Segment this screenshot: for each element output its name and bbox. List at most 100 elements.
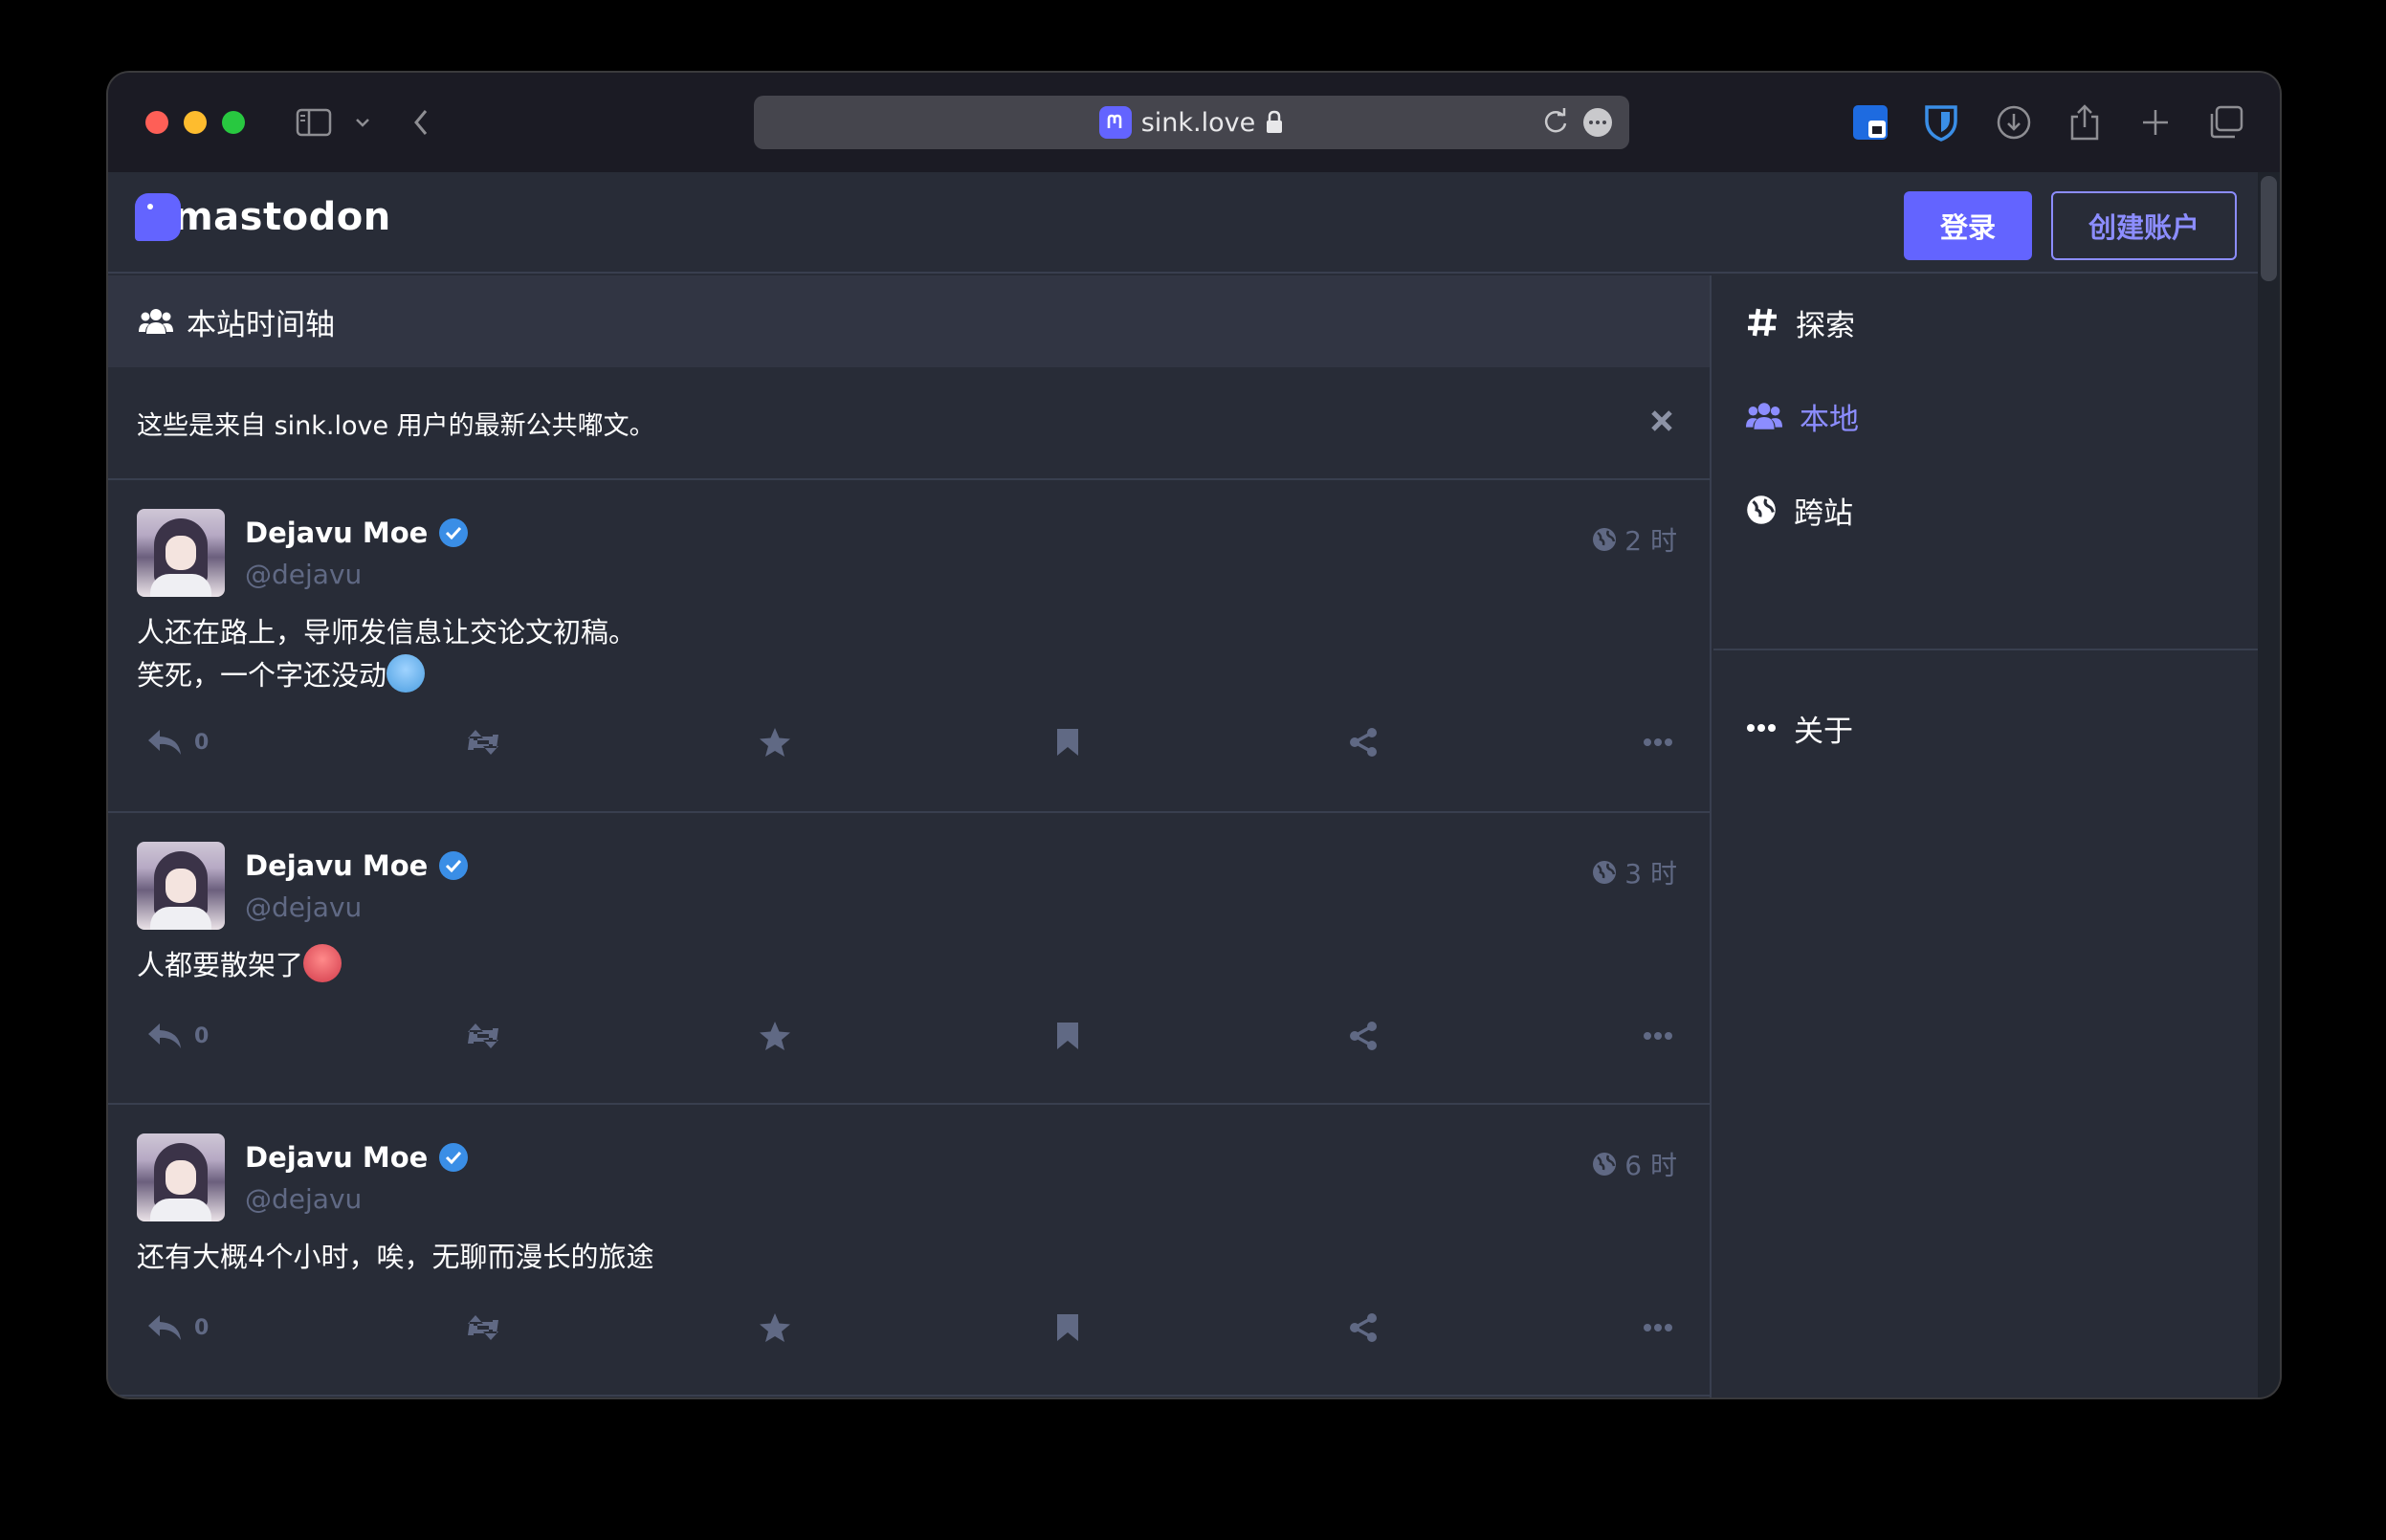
timestamp-text: 3 时 — [1624, 858, 1677, 890]
favourite-button[interactable] — [759, 1304, 791, 1352]
avatar[interactable] — [137, 509, 225, 597]
sidebar-item-label: 本地 — [1800, 402, 1859, 437]
boost-button[interactable] — [464, 1304, 502, 1352]
back-button[interactable] — [407, 96, 435, 149]
minimize-window-button[interactable] — [184, 111, 207, 134]
verified-badge-icon — [439, 851, 469, 880]
boost-button[interactable] — [464, 718, 502, 766]
account-handle[interactable]: @dejavu — [245, 559, 362, 590]
scrollbar-thumb[interactable] — [2261, 176, 2277, 281]
star-icon — [760, 728, 790, 757]
bookmark-button[interactable] — [1055, 718, 1080, 766]
star-icon — [760, 1313, 790, 1342]
close-window-button[interactable] — [145, 111, 168, 134]
account-handle[interactable]: @dejavu — [245, 891, 362, 923]
sidebar-item-label: 关于 — [1794, 714, 1853, 749]
avatar[interactable] — [137, 1133, 225, 1221]
status-content: 人都要散架了 — [137, 944, 342, 987]
close-icon[interactable] — [1648, 407, 1675, 434]
login-button[interactable]: 登录 — [1904, 191, 2032, 260]
users-icon — [1746, 403, 1782, 429]
status-card[interactable]: Dejavu Moe @dejavu 2 时 人还在路上，导师发信息让交论文初稿… — [108, 480, 1710, 813]
avatar[interactable] — [137, 842, 225, 930]
more-options-button[interactable] — [1643, 1304, 1673, 1352]
tab-group-menu-button[interactable] — [351, 96, 374, 149]
status-content: 人还在路上，导师发信息让交论文初稿。 笑死，一个字还没动 — [137, 611, 636, 697]
status-actions: 0 — [108, 1012, 1710, 1060]
reply-count: 0 — [194, 1315, 210, 1340]
chevron-left-icon — [414, 110, 428, 135]
bookmark-button[interactable] — [1055, 1304, 1080, 1352]
favourite-button[interactable] — [759, 718, 791, 766]
status-timestamp[interactable]: 3 时 — [1592, 853, 1677, 891]
sidebar-item-federated[interactable]: 跨站 — [1713, 463, 2258, 557]
bookmark-icon — [1057, 729, 1078, 756]
account-handle[interactable]: @dejavu — [245, 1183, 362, 1215]
bookmark-icon — [1057, 1023, 1078, 1049]
content-line: 笑死，一个字还没动 — [137, 659, 387, 692]
display-name[interactable]: Dejavu Moe — [245, 1141, 469, 1174]
status-card[interactable]: Dejavu Moe @dejavu 6 时 还有大概4个小时，唉，无聊而漫长的… — [108, 1105, 1710, 1397]
reply-count: 0 — [194, 1023, 210, 1048]
share-post-button[interactable] — [1348, 1012, 1379, 1060]
zoom-window-button[interactable] — [222, 111, 245, 134]
share-nodes-icon — [1350, 1022, 1377, 1050]
status-content: 还有大概4个小时，唉，无聊而漫长的旅途 — [137, 1236, 653, 1279]
more-options-button[interactable] — [1643, 718, 1673, 766]
download-icon — [1997, 105, 2031, 140]
retweet-icon — [468, 1023, 498, 1048]
tabs-icon — [2210, 105, 2243, 139]
page-scrollbar[interactable] — [2258, 172, 2280, 1397]
sidebar-toggle-button[interactable] — [292, 96, 336, 149]
reply-button[interactable]: 0 — [146, 1012, 209, 1060]
verified-badge-icon — [439, 518, 469, 547]
local-timeline-column: 本站时间轴 这些是来自 sink.love 用户的最新公共嘟文。 Dejavu … — [108, 275, 1712, 1397]
status-actions: 0 — [108, 1304, 1710, 1352]
reload-icon[interactable] — [1541, 107, 1570, 138]
users-icon — [139, 309, 173, 334]
extension-icon — [1853, 105, 1888, 140]
bitwarden-extension-button[interactable] — [1920, 96, 1962, 149]
sidebar-item-explore[interactable]: 探索 — [1713, 275, 2258, 369]
reply-button[interactable]: 0 — [146, 1304, 209, 1352]
sidebar-item-local[interactable]: 本地 — [1713, 369, 2258, 463]
reply-icon — [148, 1315, 181, 1340]
reply-icon — [148, 730, 181, 755]
chevron-down-icon — [356, 119, 369, 127]
page-menu-button[interactable] — [1583, 108, 1612, 137]
tab-overview-button[interactable] — [2205, 96, 2247, 149]
address-bar[interactable]: sink.love — [754, 96, 1629, 149]
boost-button[interactable] — [464, 1012, 502, 1060]
browser-toolbar: sink.love — [108, 73, 2280, 172]
status-card[interactable]: Dejavu Moe @dejavu 3 时 人都要散架了 0 — [108, 813, 1710, 1105]
globe-icon — [1593, 1153, 1617, 1176]
timestamp-text: 6 时 — [1624, 1150, 1677, 1181]
reply-count: 0 — [194, 730, 210, 755]
notice-text: 这些是来自 sink.love 用户的最新公共嘟文。 — [137, 410, 655, 441]
site-header: mastodon 登录 创建账户 — [108, 172, 2258, 274]
create-account-button[interactable]: 创建账户 — [2051, 191, 2237, 260]
share-nodes-icon — [1350, 1313, 1377, 1342]
sidebar-item-about[interactable]: 关于 — [1713, 681, 2258, 775]
status-timestamp[interactable]: 6 时 — [1592, 1145, 1677, 1183]
display-name[interactable]: Dejavu Moe — [245, 849, 469, 882]
display-name[interactable]: Dejavu Moe — [245, 517, 469, 549]
sidebar-item-label: 探索 — [1796, 308, 1855, 343]
ellipsis-icon — [1644, 738, 1672, 746]
retweet-icon — [468, 1315, 498, 1340]
reply-button[interactable]: 0 — [146, 718, 209, 766]
bookmark-icon — [1057, 1314, 1078, 1341]
extension-button[interactable] — [1849, 96, 1891, 149]
new-tab-button[interactable] — [2134, 96, 2176, 149]
column-header[interactable]: 本站时间轴 — [108, 275, 1710, 367]
mastodon-logo[interactable]: mastodon — [135, 193, 391, 241]
favourite-button[interactable] — [759, 1012, 791, 1060]
share-post-button[interactable] — [1348, 1304, 1379, 1352]
display-name-text: Dejavu Moe — [245, 849, 429, 882]
share-button[interactable] — [2064, 96, 2106, 149]
more-options-button[interactable] — [1643, 1012, 1673, 1060]
bookmark-button[interactable] — [1055, 1012, 1080, 1060]
status-timestamp[interactable]: 2 时 — [1592, 520, 1677, 559]
share-post-button[interactable] — [1348, 718, 1379, 766]
downloads-button[interactable] — [1993, 96, 2035, 149]
